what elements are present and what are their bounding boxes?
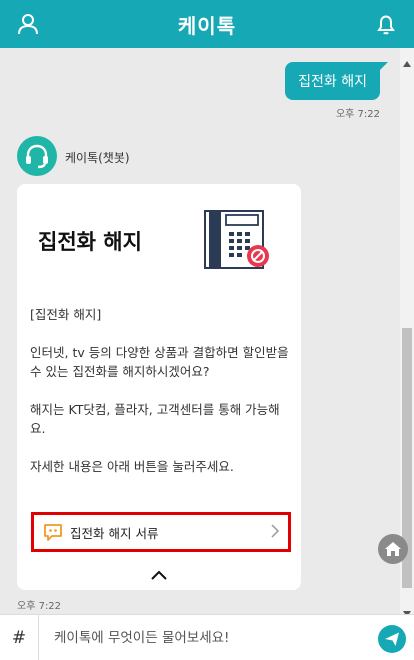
hashtag-button[interactable]: # <box>0 615 39 660</box>
send-icon[interactable] <box>378 625 406 653</box>
termination-documents-button[interactable]: 집전화 해지 서류 <box>31 512 291 552</box>
message-input[interactable] <box>52 625 356 651</box>
headset-icon <box>17 136 57 176</box>
card-paragraph: 자세한 내용은 아래 버튼을 눌러주세요. <box>30 459 234 474</box>
card-paragraph: 해지는 KT닷컴, 플라자, 고객센터를 통해 가능해요. <box>30 402 280 436</box>
page-title: 케이톡 <box>177 13 237 38</box>
outgoing-message-text: 집전화 해지 <box>298 74 367 90</box>
chat-bubble-icon <box>43 522 63 542</box>
chevron-up-icon[interactable] <box>150 566 168 585</box>
bot-message-card: 집전화 해지 [집전화 해지] 인터넷, tv 등의 다양한 상품과 결합하면 … <box>17 184 301 590</box>
scrollbar[interactable] <box>400 48 414 614</box>
card-paragraph: [집전화 해지] <box>30 307 102 322</box>
home-icon[interactable] <box>378 534 408 564</box>
bot-timestamp: 오후 7:22 <box>17 601 62 612</box>
outgoing-message: 집전화 해지 <box>285 62 388 100</box>
outgoing-timestamp: 오후 7:22 <box>335 109 380 120</box>
message-input-bar: # <box>0 614 414 660</box>
phone-cancel-icon <box>203 208 275 276</box>
chat-area: 집전화 해지 오후 7:22 케이톡(챗봇) 집전화 해지 [집전화 해지] 인… <box>0 48 414 614</box>
card-paragraph: 인터넷, tv 등의 다양한 상품과 결합하면 할인받을 수 있는 집전화를 해… <box>30 345 289 379</box>
app-header: 케이톡 <box>0 0 414 48</box>
bell-icon[interactable] <box>372 10 400 38</box>
action-button-label: 집전화 해지 서류 <box>70 525 159 541</box>
user-icon[interactable] <box>14 10 42 38</box>
scroll-up-arrow-icon[interactable] <box>403 52 411 71</box>
card-body: [집전화 해지] 인터넷, tv 등의 다양한 상품과 결합하면 할인받을 수 … <box>30 305 292 495</box>
bot-name: 케이톡(챗봇) <box>65 151 130 165</box>
chevron-right-icon <box>270 523 280 542</box>
card-title: 집전화 해지 <box>38 230 142 254</box>
